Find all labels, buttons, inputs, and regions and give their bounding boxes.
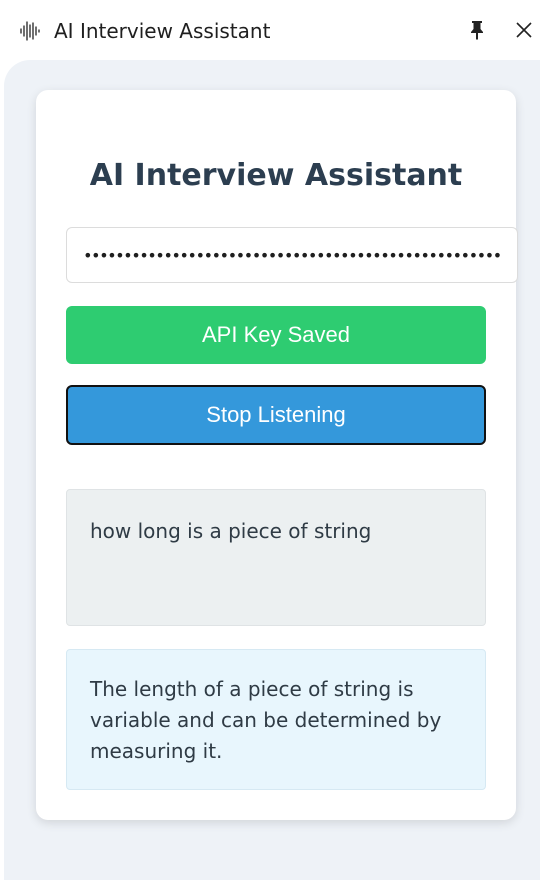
stop-listening-button[interactable]: Stop Listening	[66, 385, 486, 445]
pin-icon[interactable]	[466, 19, 488, 41]
transcribed-question: how long is a piece of string	[66, 489, 486, 626]
api-key-input[interactable]	[66, 227, 518, 283]
ai-answer: The length of a piece of string is varia…	[66, 649, 486, 790]
title-bar: AI Interview Assistant	[0, 0, 540, 60]
window-title: AI Interview Assistant	[54, 19, 271, 43]
save-api-key-button[interactable]: API Key Saved	[66, 306, 486, 364]
audio-waveform-icon	[20, 21, 40, 41]
page-title: AI Interview Assistant	[89, 158, 463, 193]
close-icon[interactable]	[514, 20, 534, 40]
